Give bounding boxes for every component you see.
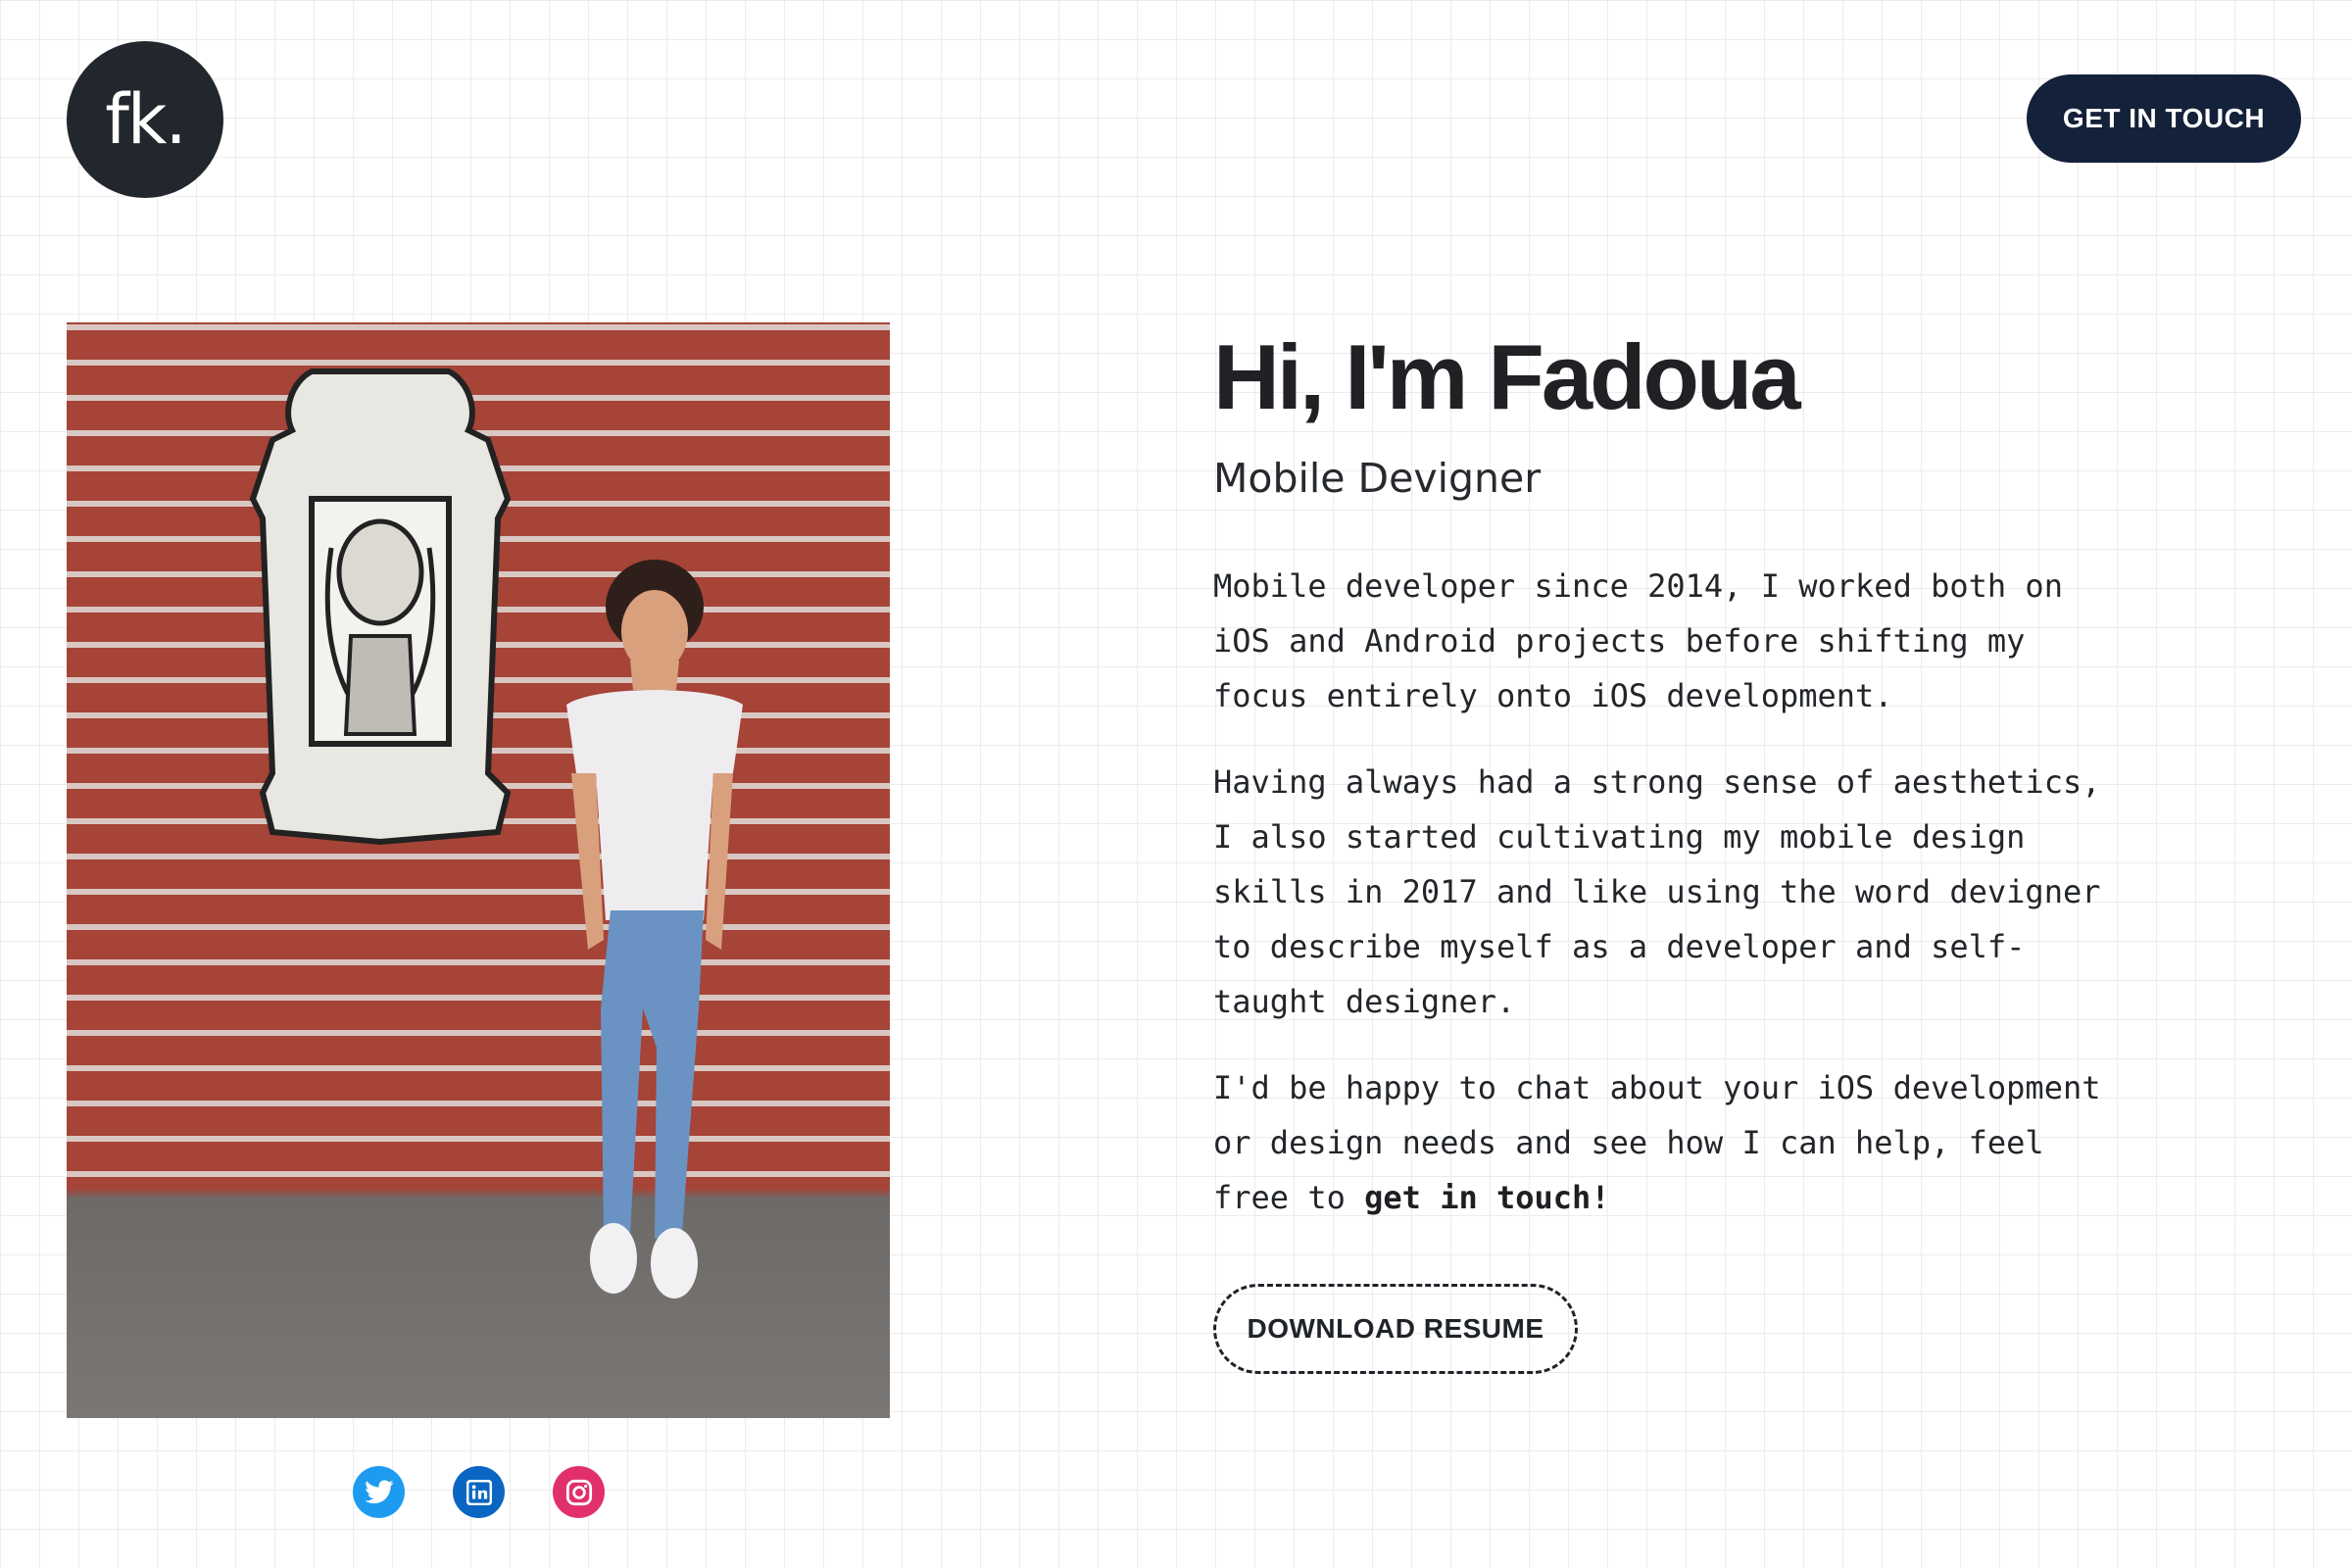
logo-text: fk. [105, 79, 186, 160]
intro-paragraph-3: I'd be happy to chat about your iOS deve… [1213, 1060, 2134, 1225]
social-links [353, 1466, 605, 1518]
site-logo[interactable]: fk. [67, 41, 223, 198]
intro-paragraph-1: Mobile developer since 2014, I worked bo… [1213, 567, 2063, 714]
get-in-touch-link[interactable]: get in touch! [1364, 1179, 1609, 1216]
wall-stencil-art [249, 368, 512, 846]
linkedin-icon[interactable] [453, 1466, 505, 1518]
intro-paragraph-3-text: I'd be happy to chat about your iOS deve… [1213, 1069, 2101, 1216]
download-resume-button[interactable]: DOWNLOAD RESUME [1213, 1284, 1578, 1374]
person-figure [566, 560, 743, 1298]
page-subtitle: Mobile Devigner [1213, 455, 1542, 502]
get-in-touch-button[interactable]: GET IN TOUCH [2027, 74, 2301, 163]
page-title: Hi, I'm Fadoua [1213, 325, 1801, 428]
hero-section: Hi, I'm Fadoua Mobile Devigner Mobile de… [1213, 323, 2134, 1374]
intro-paragraph-2: Having always had a strong sense of aest… [1213, 763, 2101, 1020]
twitter-icon[interactable] [353, 1466, 405, 1518]
profile-photo [67, 322, 890, 1418]
instagram-icon[interactable] [553, 1466, 605, 1518]
